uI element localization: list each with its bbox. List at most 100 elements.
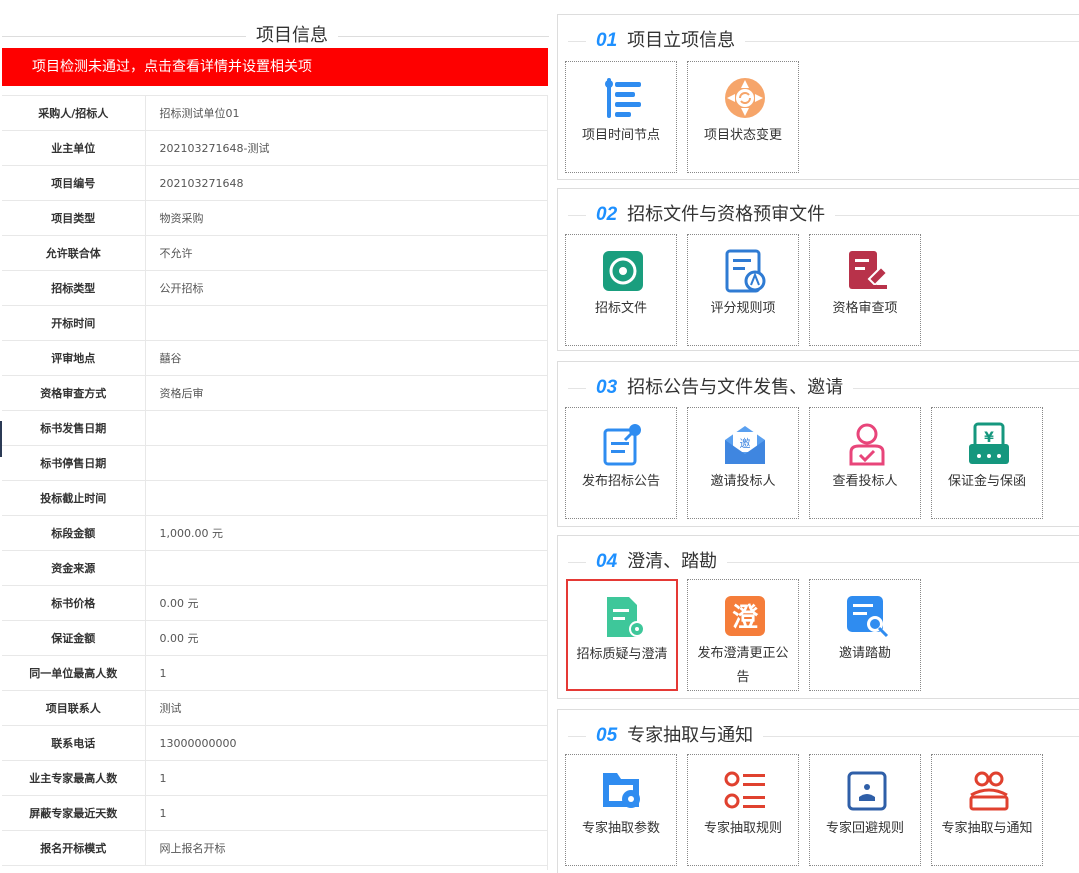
project-check-alert[interactable]: 项目检测未通过，点击查看详情并设置相关项 (2, 48, 548, 86)
section-header: 03 招标公告与文件发售、邀请 (558, 376, 1079, 400)
field-value: 13000000000 (145, 725, 548, 761)
section-title-text: 招标公告与文件发售、邀请 (627, 377, 844, 398)
table-row: 屏蔽专家最近天数 1 (2, 795, 548, 831)
field-value (145, 445, 548, 481)
svg-text:澄: 澄 (732, 603, 759, 633)
tile-scoring-rules[interactable]: 评分规则项 (687, 234, 799, 346)
tile-label: 项目状态变更 (703, 128, 782, 143)
field-label: 资金来源 (2, 550, 146, 586)
field-value: 202103271648-测试 (145, 130, 548, 166)
tile-label: 保证金与保函 (947, 474, 1026, 489)
table-row: 保证金额 0.00 元 (2, 620, 548, 656)
section-title-text: 专家抽取与通知 (627, 725, 754, 746)
doc-gear-icon (607, 597, 645, 637)
field-label: 项目编号 (2, 165, 146, 201)
field-value (145, 550, 548, 586)
project-info-table: 采购人/招标人 招标测试单位01 业主单位 202103271648-测试 项目编号 20… (2, 95, 548, 866)
table-row: 同一单位最高人数 1 (2, 655, 548, 691)
field-value: 0.00 元 (145, 585, 548, 621)
table-row: 标书发售日期 (2, 410, 548, 446)
field-label: 保证金额 (2, 620, 146, 656)
field-value: 1 (145, 795, 548, 831)
field-value: 不允许 (145, 235, 548, 271)
table-row: 资格审查方式 资格后审 (2, 375, 548, 411)
list-rule-icon (724, 771, 765, 809)
field-value: 资格后审 (145, 375, 548, 411)
field-value: 物资采购 (145, 200, 548, 236)
field-value: 1 (145, 760, 548, 796)
table-row: 项目编号 202103271648 (2, 165, 548, 201)
field-label: 屏蔽专家最近天数 (2, 795, 146, 831)
field-label: 评审地点 (2, 340, 146, 376)
divider (547, 95, 548, 870)
tile-expert-avoidance-rules[interactable]: 专家回避规则 (809, 754, 921, 866)
tile-project-time-nodes[interactable]: 项目时间节点 (565, 61, 677, 173)
table-row: 采购人/招标人 招标测试单位01 (2, 95, 548, 131)
section-header: 02 招标文件与资格预审文件 (558, 203, 1079, 227)
tile-label: 专家抽取参数 (581, 821, 660, 836)
table-row: 招标类型 公开招标 (2, 270, 548, 306)
tile-label: 发布澄清更正公告 (697, 646, 789, 685)
field-value: 招标测试单位01 (145, 95, 548, 131)
field-label: 项目联系人 (2, 690, 146, 726)
table-row: 开标时间 (2, 305, 548, 341)
section-title: 03 招标公告与文件发售、邀请 (586, 376, 854, 400)
tile-expert-parameters[interactable]: 专家抽取参数 (565, 754, 677, 866)
field-label: 标书价格 (2, 585, 146, 621)
tile-tender-query-clarification[interactable]: 招标质疑与澄清 (566, 579, 678, 691)
field-label: 报名开标模式 (2, 830, 146, 866)
table-row: 项目类型 物资采购 (2, 200, 548, 236)
table-row: 业主专家最高人数 1 (2, 760, 548, 796)
section-project-setup: 01 项目立项信息 项目时间节点 项目状态变更 (557, 14, 1079, 180)
table-row: 标书停售日期 (2, 445, 548, 481)
tile-qualification-review[interactable]: 资格审查项 (809, 234, 921, 346)
tile-label: 招标质疑与澄清 (576, 647, 668, 662)
field-value: 1,000.00 元 (145, 515, 548, 551)
tile-view-bidders[interactable]: 查看投标人 (809, 407, 921, 519)
section-header: 05 专家抽取与通知 (558, 724, 1079, 748)
tile-invite-survey[interactable]: 邀请踏勘 (809, 579, 921, 691)
tile-label: 查看投标人 (832, 474, 898, 489)
field-value: 网上报名开标 (145, 830, 548, 866)
tile-tender-document[interactable]: 招标文件 (565, 234, 677, 346)
section-number: 05 (596, 725, 618, 746)
field-label: 标书停售日期 (2, 445, 146, 481)
tile-publish-clarification[interactable]: 澄 发布澄清更正公告 (687, 579, 799, 691)
field-value: 0.00 元 (145, 620, 548, 656)
section-header: 04 澄清、踏勘 (558, 550, 1079, 574)
edge-marker (0, 421, 2, 457)
section-clarification-survey: 04 澄清、踏勘 招标质疑与澄清 澄 发布澄清更正公告 邀请踏勘 (557, 535, 1079, 699)
tile-expert-selection-rules[interactable]: 专家抽取规则 (687, 754, 799, 866)
tile-expert-selection-notice[interactable]: 专家抽取与通知 (931, 754, 1043, 866)
tile-deposit-guarantee[interactable]: ¥ 保证金与保函 (931, 407, 1043, 519)
tile-label: 专家抽取规则 (703, 821, 782, 836)
tile-label: 邀请投标人 (710, 474, 776, 489)
field-label: 标段金额 (2, 515, 146, 551)
project-info-header: 项目信息 (0, 24, 549, 48)
table-row: 投标截止时间 (2, 480, 548, 516)
field-label: 招标类型 (2, 270, 146, 306)
section-number: 02 (596, 204, 618, 225)
field-label: 允许联合体 (2, 235, 146, 271)
field-value: 囍谷 (145, 340, 548, 376)
field-label: 采购人/招标人 (2, 95, 146, 131)
tile-project-status-change[interactable]: 项目状态变更 (687, 61, 799, 173)
group-notify-icon (969, 771, 1009, 811)
field-label: 业主单位 (2, 130, 146, 166)
view-bidder-icon (849, 423, 885, 466)
tile-invite-bidders[interactable]: 邀 邀请投标人 (687, 407, 799, 519)
table-row: 业主单位 202103271648-测试 (2, 130, 548, 166)
field-value: 202103271648 (145, 165, 548, 201)
timeline-icon (605, 78, 641, 118)
section-title: 04 澄清、踏勘 (586, 550, 728, 574)
scoring-rule-icon (725, 249, 766, 293)
table-row: 允许联合体 不允许 (2, 235, 548, 271)
tile-label: 项目时间节点 (581, 128, 660, 143)
svg-text:¥: ¥ (984, 430, 994, 446)
field-value (145, 410, 548, 446)
section-header: 01 项目立项信息 (558, 29, 1079, 53)
publish-notice-icon (603, 424, 641, 466)
svg-text:邀: 邀 (740, 436, 751, 450)
qualification-review-icon (849, 251, 889, 289)
tile-publish-notice[interactable]: 发布招标公告 (565, 407, 677, 519)
